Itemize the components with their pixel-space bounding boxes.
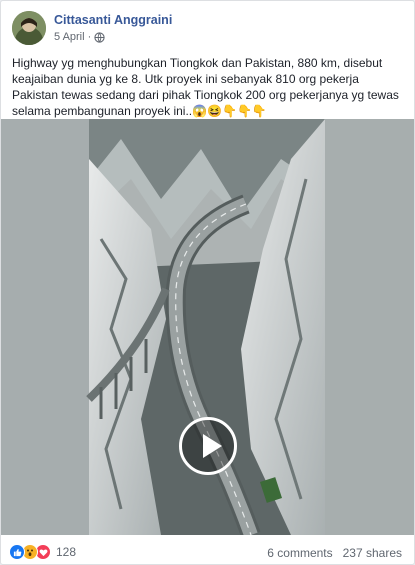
post-card: Cittasanti Anggraini 5 April · Highway y…: [0, 0, 415, 565]
post-text: Highway yg menghubungkan Tiongkok dan Pa…: [12, 55, 402, 119]
post-footer: 128 6 comments 237 shares: [9, 541, 406, 563]
like-icon: [9, 544, 25, 560]
comments-count[interactable]: 6 comments: [267, 546, 332, 560]
author-name[interactable]: Cittasanti Anggraini: [54, 13, 172, 27]
reaction-summary[interactable]: 128: [9, 543, 76, 561]
avatar[interactable]: [12, 11, 46, 45]
video-player[interactable]: [1, 119, 414, 535]
post-meta: 5 April ·: [54, 31, 105, 43]
post-date[interactable]: 5 April: [54, 31, 85, 43]
globe-icon[interactable]: [94, 31, 105, 43]
engagement-counts: 6 comments 237 shares: [267, 546, 402, 560]
emoji-sequence: 😱😆👇👇👇: [192, 104, 267, 118]
shares-count[interactable]: 237 shares: [343, 546, 402, 560]
play-icon[interactable]: [179, 417, 237, 475]
reaction-count: 128: [56, 545, 77, 559]
post-header: Cittasanti Anggraini 5 April ·: [12, 11, 402, 47]
meta-separator: ·: [87, 31, 92, 43]
